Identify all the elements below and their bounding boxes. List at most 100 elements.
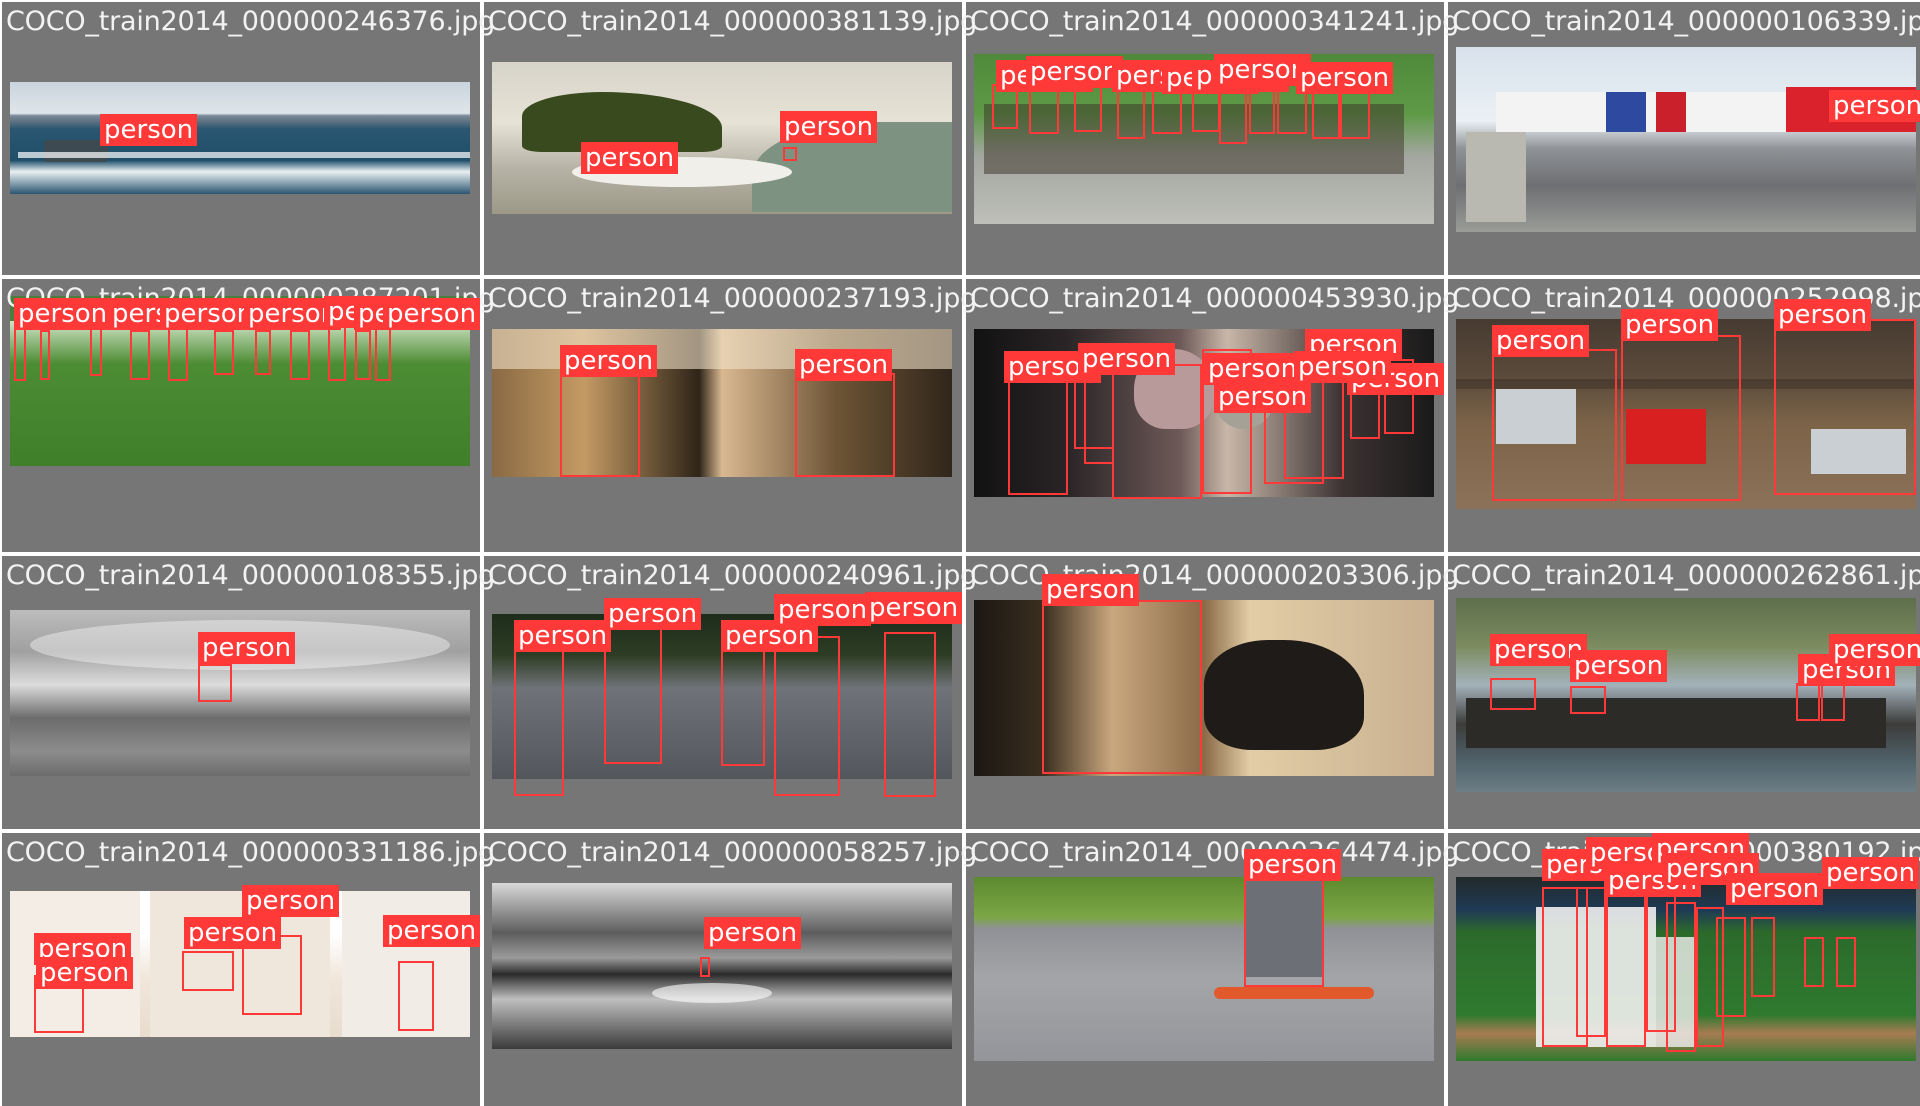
detection-label: person: [242, 885, 340, 917]
bounding-box: [700, 957, 710, 977]
bounding-box: [1804, 937, 1824, 987]
tile-filename: COCO_train2014_000000237193.jpg: [488, 283, 978, 314]
detection-label: person: [198, 632, 296, 664]
bounding-box: [1621, 335, 1741, 501]
detection-label: person: [795, 349, 893, 381]
bounding-box: [168, 326, 188, 381]
detection-photo: [492, 62, 952, 214]
tile-filename: COCO_train2014_000000453930.jpg: [970, 283, 1460, 314]
detection-label: person: [704, 917, 802, 949]
bounding-box: [1112, 364, 1202, 499]
bounding-box: [355, 330, 371, 380]
detection-label: person: [1822, 857, 1920, 889]
detection-photo: [1456, 47, 1916, 232]
bounding-box: [783, 147, 797, 161]
image-tile: person person person person COCO_train2014_0…: [1448, 556, 1920, 829]
detection-label: person: [1026, 56, 1124, 88]
detection-label: person: [184, 917, 282, 949]
detection-label: person: [1829, 90, 1920, 122]
bounding-box: [1751, 917, 1775, 997]
bounding-box: [1570, 686, 1606, 714]
detection-label: person: [14, 298, 112, 330]
bounding-box: [1821, 683, 1845, 721]
bounding-box: [604, 624, 662, 764]
bounding-box: [1836, 937, 1856, 987]
detection-label: person: [1244, 849, 1342, 881]
image-tile: person COCO_train2014_000000203306.jpg: [966, 556, 1459, 829]
detection-label: person: [1294, 351, 1392, 383]
detection-label: person: [383, 298, 481, 330]
detection-label: person: [780, 111, 878, 143]
photo-detail: [18, 152, 470, 158]
detection-label: person: [1492, 325, 1590, 357]
detection-label: person: [1296, 62, 1394, 94]
tile-filename: COCO_train2014_000000058257.jpg: [488, 837, 978, 868]
bounding-box: [1606, 887, 1646, 1047]
tile-filename: COCO_train2014_000000240961.jpg: [488, 560, 978, 591]
detection-label: person: [1726, 873, 1824, 905]
detection-label: person: [1621, 309, 1719, 341]
photo-detail: [1214, 987, 1374, 999]
detection-label: person: [1214, 381, 1312, 413]
bounding-box: [14, 326, 26, 381]
detection-label: person: [36, 957, 134, 989]
bounding-box: [398, 961, 434, 1031]
bounding-box: [130, 330, 150, 380]
tile-filename: COCO_train2014_000000331186.jpg: [6, 837, 496, 868]
bounding-box: [328, 326, 346, 381]
image-tile: person COCO_train2014_000000364474.jpg: [966, 833, 1459, 1106]
tile-filename: COCO_train2014_000000262861.jpg: [1452, 560, 1920, 591]
bounding-box: [1492, 349, 1617, 501]
bounding-box: [90, 326, 102, 376]
photo-detail: [44, 140, 108, 162]
image-tile: person COCO_train2014_000000058257.jpg: [484, 833, 977, 1106]
detection-label: person: [560, 345, 658, 377]
image-tile: personpersonpersonpersonpersonpersonpers…: [1448, 833, 1920, 1106]
image-tile: person COCO_train2014_000000106339.jpg: [1448, 2, 1920, 275]
image-tile: person person person person person COCO_train…: [2, 833, 495, 1106]
bounding-box: [721, 646, 765, 766]
photo-detail: [1204, 640, 1364, 750]
photo-detail: [1466, 132, 1526, 222]
bounding-box: [198, 664, 232, 702]
photo-detail: [652, 983, 772, 1003]
detection-label: person: [1042, 574, 1140, 606]
tile-filename: COCO_train2014_000000364474.jpg: [970, 837, 1460, 868]
image-tile: person person person person person COCO_train…: [484, 556, 977, 829]
image-tile: personpersonpersonpersonpersonpersonpers…: [966, 2, 1459, 275]
photo-detail: [1656, 92, 1686, 132]
detection-label: person: [514, 620, 612, 652]
detection-label: person: [774, 594, 872, 626]
detection-label: person: [604, 598, 702, 630]
image-tile: personpersonpersonpersonpersonpersonpers…: [2, 279, 495, 552]
bounding-box: [1796, 683, 1820, 721]
bounding-box: [1042, 600, 1202, 774]
image-tile: person person COCO_train2014_000000381139.…: [484, 2, 977, 275]
detection-label: person: [383, 915, 481, 947]
tile-filename: COCO_train2014_000000106339.jpg: [1452, 6, 1920, 37]
bounding-box: [182, 951, 234, 991]
detection-grid: person COCO_train2014_000000246376.jpg per…: [0, 0, 1920, 1106]
detection-label: person: [100, 114, 198, 146]
detection-label: person: [160, 298, 258, 330]
tile-filename: COCO_train2014_000000246376.jpg: [6, 6, 496, 37]
tile-filename: COCO_train2014_000000381139.jpg: [488, 6, 978, 37]
bounding-box: [1490, 678, 1536, 710]
detection-label: person: [581, 142, 679, 174]
tile-filename: COCO_train2014_000000108355.jpg: [6, 560, 496, 591]
bounding-box: [560, 373, 640, 477]
bounding-box: [514, 646, 564, 796]
bounding-box: [884, 632, 936, 797]
detection-photo: [10, 82, 470, 194]
photo-detail: [1606, 92, 1646, 132]
image-tile: person person COCO_train2014_000000237193.…: [484, 279, 977, 552]
image-tile: personpersonpersonpersonpersonpersonpers…: [966, 279, 1459, 552]
bounding-box: [774, 636, 840, 796]
tile-filename: COCO_train2014_000000341241.jpg: [970, 6, 1460, 37]
image-tile: person COCO_train2014_000000246376.jpg: [2, 2, 495, 275]
detection-label: person: [865, 592, 963, 624]
detection-photo: [974, 877, 1434, 1061]
bounding-box: [1244, 877, 1324, 987]
bounding-box: [375, 326, 391, 381]
bounding-box: [1716, 917, 1746, 1017]
